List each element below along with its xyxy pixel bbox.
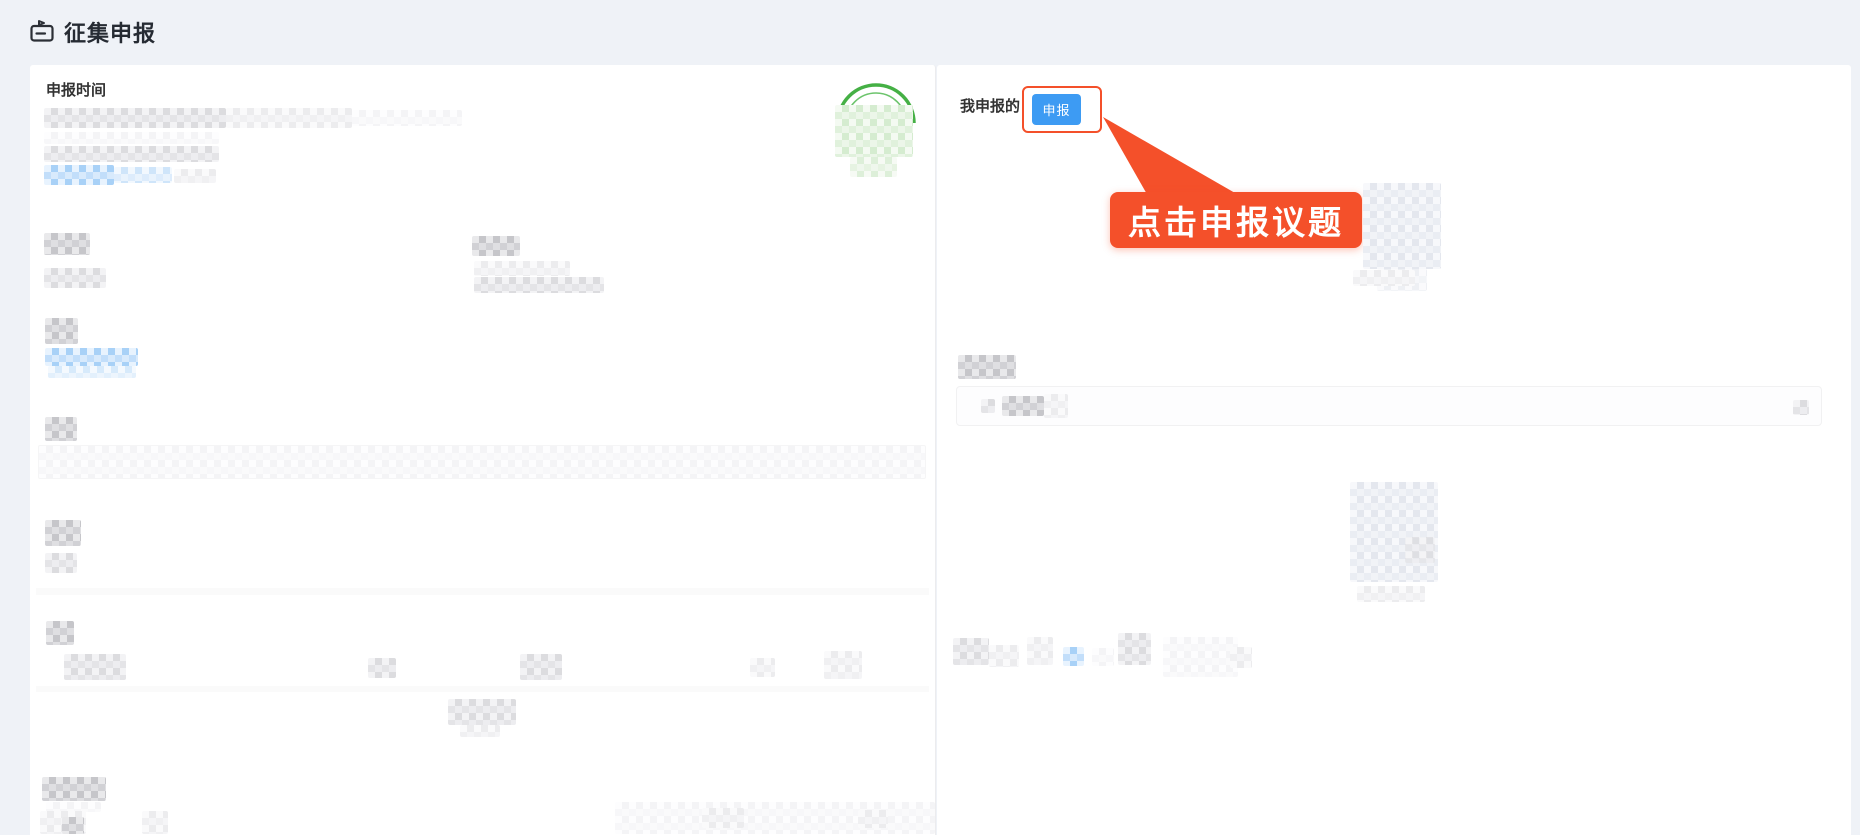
declare-button[interactable]: 申报 (1032, 94, 1081, 125)
declare-button-highlight-box: 申报 (1022, 86, 1102, 133)
divider (36, 686, 929, 692)
redacted-centered-text-tail (460, 725, 500, 737)
redacted-date-range-1 (44, 108, 226, 128)
redacted-empty-state-illustration (1350, 482, 1438, 582)
redacted-line (44, 146, 219, 162)
page-title: 征集申报 (64, 21, 157, 46)
redacted-attachment-link-tail[interactable] (48, 366, 136, 378)
redacted-field-label (42, 777, 106, 801)
pagination-current-page[interactable] (1063, 647, 1084, 666)
redacted-field-label (45, 417, 77, 441)
redacted-field-label (46, 621, 74, 645)
pagination-prev-button[interactable] (1027, 637, 1053, 665)
redacted-text-box (38, 445, 926, 479)
search-input[interactable] (956, 386, 1822, 426)
redacted-row-item (858, 810, 888, 828)
my-declarations-label: 我申报的 (960, 98, 1021, 115)
my-declarations-panel: 我申报的 申报 点击申报议题 (937, 65, 1851, 835)
redacted-line (174, 169, 216, 183)
redacted-field-label (472, 236, 520, 256)
redacted-empty-state-caption (1357, 586, 1425, 602)
redacted-field-value (474, 277, 604, 293)
page-header: 征集申报 (0, 0, 1860, 65)
redacted-date-range-3 (352, 110, 462, 126)
pagination-total-text (989, 645, 1019, 667)
redacted-illustration (1363, 183, 1441, 269)
search-prefix-icon (981, 399, 995, 413)
redacted-seal-body (835, 105, 913, 157)
redacted-date-range-2 (226, 108, 352, 128)
redacted-field-label (45, 520, 81, 546)
redacted-row-item (520, 654, 562, 680)
redacted-field-label (44, 233, 90, 255)
declaration-detail-panel: 申报时间 (30, 65, 936, 835)
redacted-row-item (64, 654, 126, 680)
pagination-next-button[interactable] (1092, 648, 1114, 666)
redacted-attachment-link[interactable] (45, 348, 138, 366)
pagination-jumper-input[interactable] (1230, 647, 1252, 668)
redacted-field-value (44, 268, 106, 288)
redacted-seal-body (850, 157, 897, 177)
redacted-caption (1353, 270, 1415, 286)
redacted-row-item (368, 658, 396, 678)
callout-text: 点击申报议题 (1128, 204, 1344, 241)
declare-time-label: 申报时间 (46, 82, 107, 99)
redacted-link-tail[interactable] (114, 167, 172, 183)
search-suffix-icon[interactable] (1793, 400, 1809, 415)
callout-bubble: 点击申报议题 (1110, 192, 1362, 248)
pagination-size-select[interactable] (1118, 633, 1151, 665)
redacted-line (44, 132, 219, 144)
redacted-field-value (474, 261, 570, 276)
divider (36, 588, 929, 595)
redacted-field-value (45, 553, 77, 573)
pagination-total-text (953, 638, 989, 665)
clipboard-badge-icon (28, 18, 56, 46)
redacted-empty-state-detail (1405, 537, 1435, 563)
redacted-row-item (750, 658, 775, 677)
redacted-row-item (142, 811, 168, 834)
redacted-row-item (62, 817, 84, 834)
redacted-centered-text (448, 699, 516, 725)
redacted-row-item (824, 651, 862, 679)
pagination-jumper[interactable] (1163, 637, 1238, 677)
redacted-field-label (45, 318, 78, 344)
redacted-link[interactable] (44, 165, 114, 185)
redacted-filter-label (958, 355, 1016, 379)
redacted-search-value (1044, 394, 1068, 418)
redacted-row-item (702, 808, 744, 828)
redacted-search-value (1002, 396, 1044, 416)
